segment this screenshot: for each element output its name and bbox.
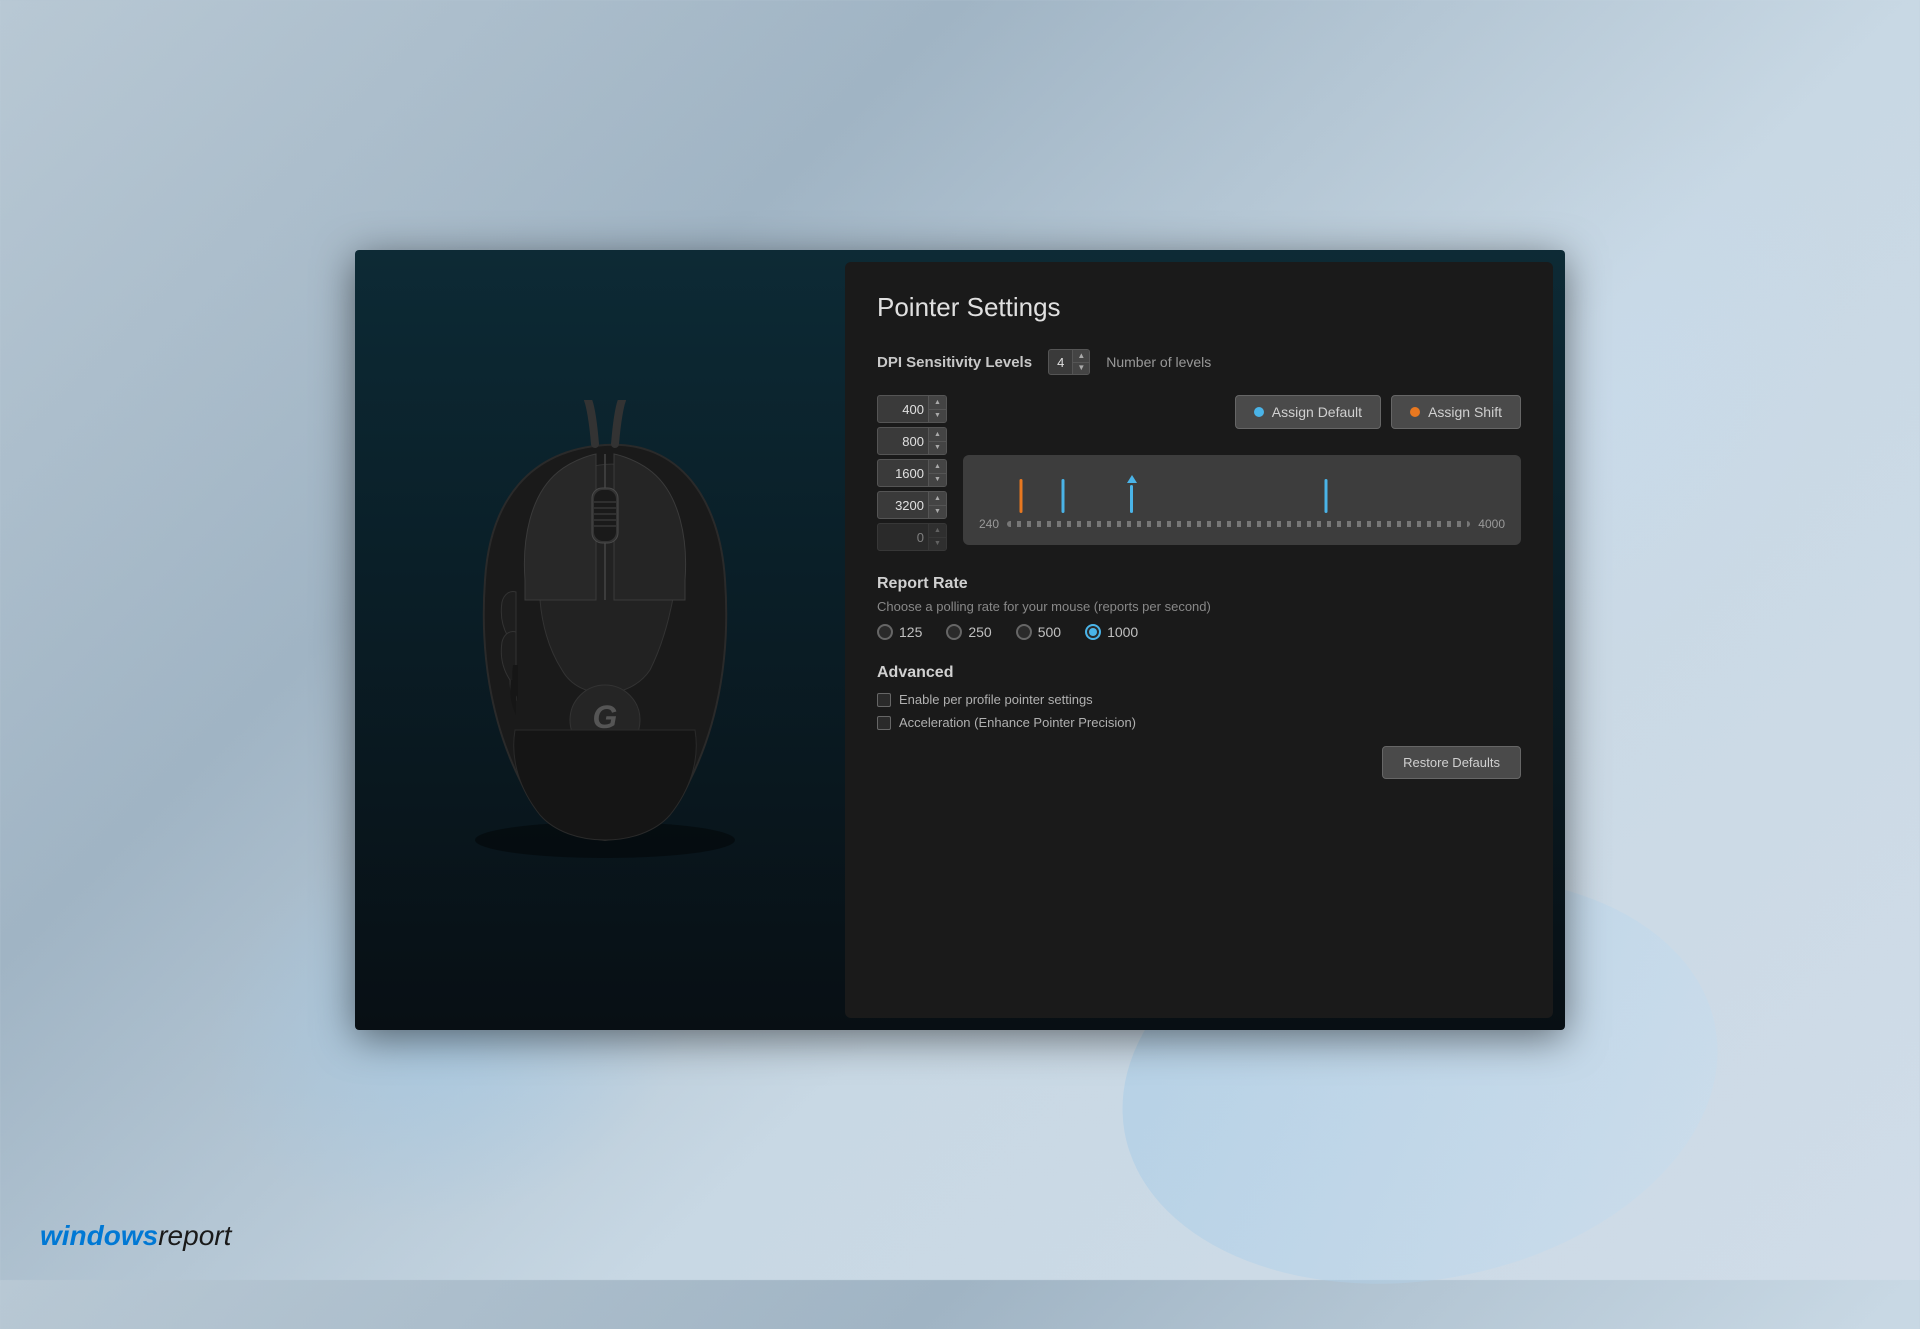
radio-1000[interactable]: 1000 <box>1085 624 1138 640</box>
dpi-marker-3[interactable] <box>1325 479 1328 513</box>
dpi-inputs-col: ▲ ▼ ▲ ▼ <box>877 395 947 551</box>
chart-track-dots <box>1007 521 1470 527</box>
dpi-input-row-1[interactable]: ▲ ▼ <box>877 427 947 455</box>
assign-shift-label: Assign Shift <box>1428 404 1502 420</box>
dpi-chart: 240 4000 <box>963 455 1521 545</box>
dpi-input-row-0[interactable]: ▲ ▼ <box>877 395 947 423</box>
assign-buttons-row: Assign Default Assign Shift <box>963 395 1521 429</box>
dpi-label: DPI Sensitivity Levels <box>877 354 1032 371</box>
dpi-input-row-2[interactable]: ▲ ▼ <box>877 459 947 487</box>
dpi-header: DPI Sensitivity Levels 4 ▲ ▼ Number of l… <box>877 349 1521 375</box>
radio-500[interactable]: 500 <box>1016 624 1061 640</box>
dpi-up-2[interactable]: ▲ <box>929 460 946 473</box>
dpi-down-0[interactable]: ▼ <box>929 409 946 423</box>
radio-circle-1000[interactable] <box>1085 624 1101 640</box>
assign-shift-button[interactable]: Assign Shift <box>1391 395 1521 429</box>
radio-label-250: 250 <box>968 624 991 640</box>
dpi-spinners-3: ▲ ▼ <box>928 492 946 518</box>
restore-defaults-button[interactable]: Restore Defaults <box>1382 746 1521 779</box>
chart-markers-area <box>979 463 1505 513</box>
dpi-spinners-4: ▲ ▼ <box>928 524 946 550</box>
report-rate-radio-group: 125 250 500 1000 <box>877 624 1521 640</box>
dpi-down-1[interactable]: ▼ <box>929 441 946 455</box>
dpi-main-row: ▲ ▼ ▲ ▼ <box>877 395 1521 551</box>
right-panel: Pointer Settings DPI Sensitivity Levels … <box>845 262 1553 1018</box>
radio-label-500: 500 <box>1038 624 1061 640</box>
chart-max-label: 4000 <box>1478 517 1505 531</box>
dpi-up-3[interactable]: ▲ <box>929 492 946 505</box>
dpi-marker-1[interactable] <box>1062 479 1065 513</box>
chart-track: 240 4000 <box>979 513 1505 535</box>
num-levels-label: Number of levels <box>1106 354 1211 370</box>
dpi-level-down-arrow[interactable]: ▼ <box>1073 362 1089 375</box>
dpi-input-4 <box>878 524 928 550</box>
dpi-level-arrows: ▲ ▼ <box>1072 350 1089 374</box>
dpi-input-row-4: ▲ ▼ <box>877 523 947 551</box>
dpi-spinners-1: ▲ ▼ <box>928 428 946 454</box>
dpi-spinners-2: ▲ ▼ <box>928 460 946 486</box>
chart-min-label: 240 <box>979 517 999 531</box>
assign-default-label: Assign Default <box>1272 404 1362 420</box>
dpi-up-1[interactable]: ▲ <box>929 428 946 441</box>
dpi-spinners-0: ▲ ▼ <box>928 396 946 422</box>
dpi-input-0[interactable] <box>878 396 928 422</box>
page-title: Pointer Settings <box>877 292 1521 323</box>
dpi-level-control[interactable]: 4 ▲ ▼ <box>1048 349 1090 375</box>
checkbox-per-profile[interactable]: Enable per profile pointer settings <box>877 692 1521 707</box>
checkbox-acceleration[interactable]: Acceleration (Enhance Pointer Precision) <box>877 715 1521 730</box>
dpi-down-4: ▼ <box>929 537 946 551</box>
dpi-section: DPI Sensitivity Levels 4 ▲ ▼ Number of l… <box>877 349 1521 551</box>
watermark-report-text: report <box>158 1220 231 1252</box>
checkbox-per-profile-box[interactable] <box>877 693 891 707</box>
dpi-level-value: 4 <box>1049 355 1072 370</box>
checkbox-acceleration-label: Acceleration (Enhance Pointer Precision) <box>899 715 1136 730</box>
dpi-right-col: Assign Default Assign Shift <box>963 395 1521 545</box>
left-panel: G <box>355 250 845 1030</box>
radio-label-1000: 1000 <box>1107 624 1138 640</box>
report-rate-description: Choose a polling rate for your mouse (re… <box>877 599 1521 614</box>
radio-125[interactable]: 125 <box>877 624 922 640</box>
dpi-input-1[interactable] <box>878 428 928 454</box>
dpi-input-2[interactable] <box>878 460 928 486</box>
dpi-down-3[interactable]: ▼ <box>929 505 946 519</box>
report-rate-title: Report Rate <box>877 575 1521 593</box>
app-window: G Pointer Settings DPI Sensitivity Level… <box>355 250 1565 1030</box>
dpi-down-2[interactable]: ▼ <box>929 473 946 487</box>
dpi-up-4: ▲ <box>929 524 946 537</box>
dpi-level-up-arrow[interactable]: ▲ <box>1073 350 1089 362</box>
mouse-image: G <box>410 400 790 880</box>
radio-circle-125[interactable] <box>877 624 893 640</box>
advanced-title: Advanced <box>877 664 1521 682</box>
dpi-up-0[interactable]: ▲ <box>929 396 946 409</box>
dpi-marker-0[interactable] <box>1020 479 1023 513</box>
advanced-footer: Restore Defaults <box>877 746 1521 779</box>
checkbox-per-profile-label: Enable per profile pointer settings <box>899 692 1093 707</box>
watermark: windowsreport <box>40 1220 231 1252</box>
dpi-marker-2[interactable] <box>1127 475 1137 513</box>
dpi-input-3[interactable] <box>878 492 928 518</box>
dpi-input-row-3[interactable]: ▲ ▼ <box>877 491 947 519</box>
report-rate-section: Report Rate Choose a polling rate for yo… <box>877 575 1521 640</box>
radio-circle-250[interactable] <box>946 624 962 640</box>
advanced-section: Advanced Enable per profile pointer sett… <box>877 664 1521 779</box>
radio-circle-500[interactable] <box>1016 624 1032 640</box>
assign-default-button[interactable]: Assign Default <box>1235 395 1381 429</box>
radio-250[interactable]: 250 <box>946 624 991 640</box>
radio-label-125: 125 <box>899 624 922 640</box>
checkbox-acceleration-box[interactable] <box>877 716 891 730</box>
watermark-windows-text: windows <box>40 1220 158 1252</box>
